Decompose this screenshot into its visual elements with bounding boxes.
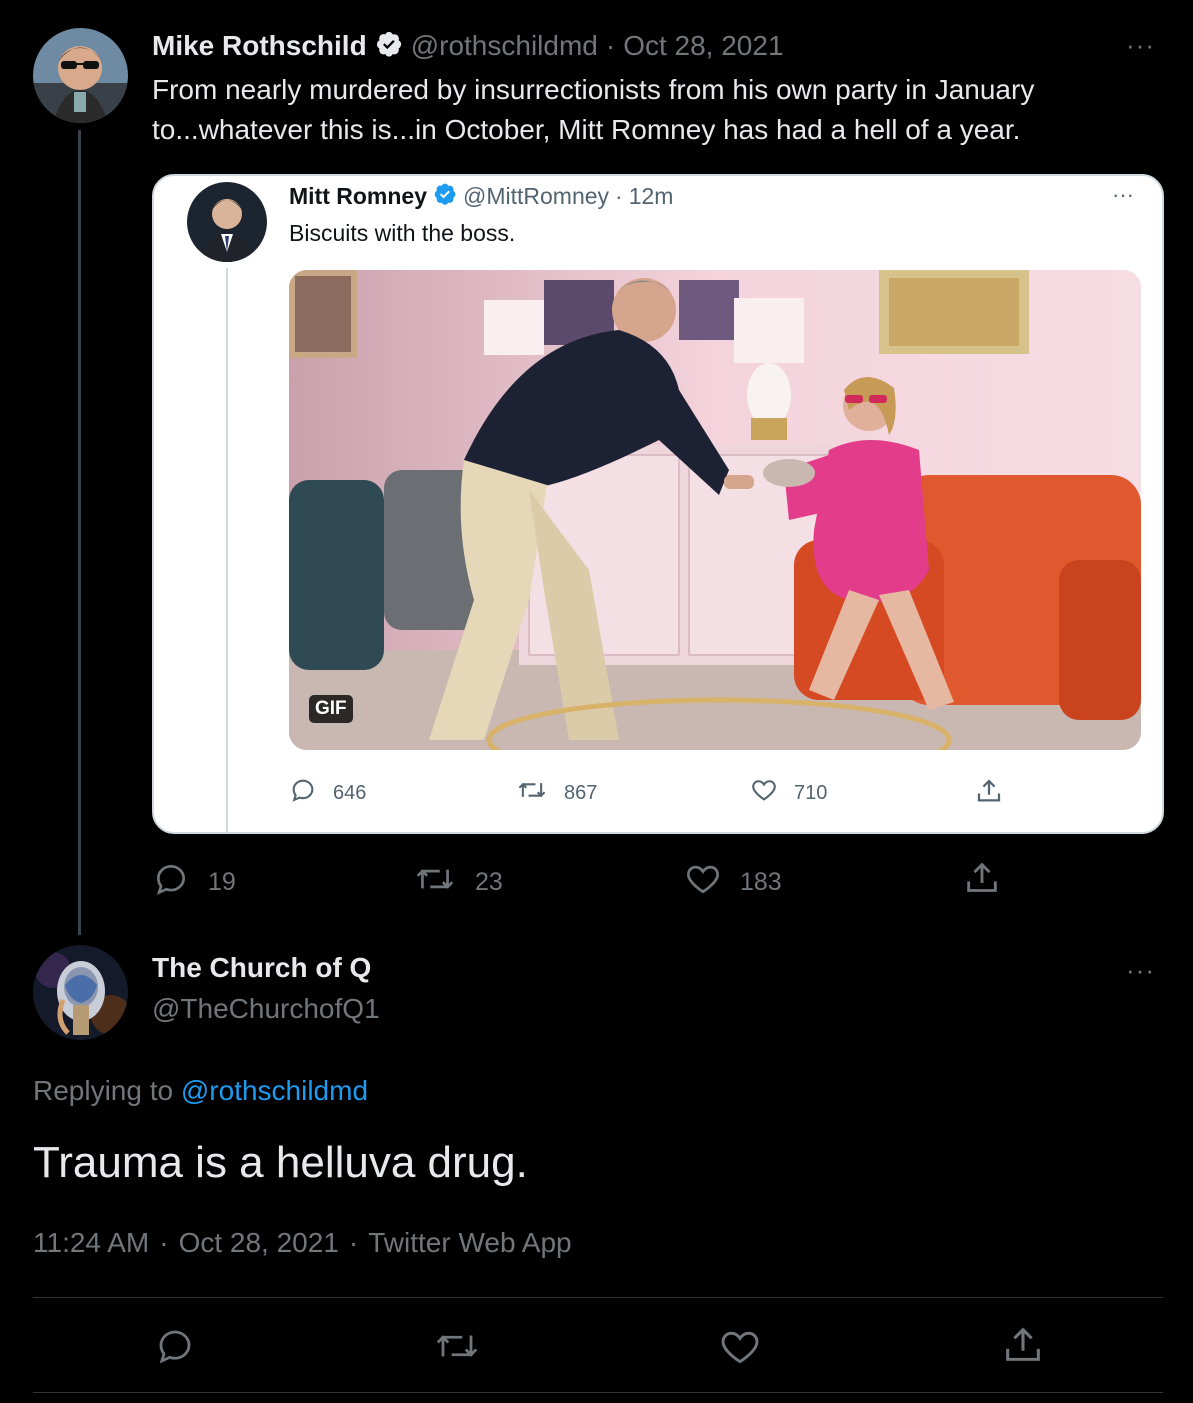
main-like-count: 183 <box>740 868 782 896</box>
retweet-icon <box>516 776 548 810</box>
author-name[interactable]: Mike Rothschild <box>152 30 367 62</box>
actions-bottom-divider <box>33 1392 1163 1393</box>
quoted-tweet-more-button[interactable]: ··· <box>1112 184 1134 206</box>
share-icon <box>962 862 1002 902</box>
quoted-retweet-count: 867 <box>564 781 598 804</box>
quoted-author-handle[interactable]: @MittRomney <box>463 183 609 210</box>
reply-action-retweet-button[interactable] <box>432 1325 482 1372</box>
reply-tweet-text: Trauma is a helluva drug. <box>33 1138 528 1187</box>
reply-icon <box>289 776 317 810</box>
gif-scene-illustration <box>289 270 1141 750</box>
meta-separator-2: · <box>348 1227 359 1258</box>
reply-tweet-date[interactable]: Oct 28, 2021 <box>179 1227 339 1259</box>
quoted-tweet-gif-media[interactable]: GIF <box>289 270 1141 750</box>
reply-author-name[interactable]: The Church of Q <box>152 952 371 984</box>
quoted-header-separator: · <box>615 183 623 209</box>
avatar-church-of-q[interactable] <box>33 945 128 1040</box>
main-reply-button[interactable]: 19 <box>152 860 236 905</box>
reply-author-handle[interactable]: @TheChurchofQ1 <box>152 993 380 1025</box>
reply-tweet-source: Twitter Web App <box>368 1227 572 1258</box>
author-handle[interactable]: @rothschildmd <box>411 30 598 62</box>
main-tweet-more-button[interactable]: ··· <box>1126 32 1155 58</box>
quoted-thread-line <box>226 268 228 832</box>
main-tweet-text: From nearly murdered by insurrectionists… <box>152 70 1162 150</box>
heart-icon <box>750 776 778 810</box>
replying-to-prefix: Replying to <box>33 1075 174 1106</box>
tweet-date[interactable]: Oct 28, 2021 <box>623 30 783 62</box>
quoted-reply-button[interactable]: 646 <box>289 776 366 810</box>
quoted-tweet-header: Mitt Romney @MittRomney · 12m <box>289 182 673 211</box>
main-tweet-header: Mike Rothschild @rothschildmd · Oct 28, … <box>152 28 784 64</box>
quoted-reply-count: 646 <box>333 781 367 804</box>
quoted-tweet-text: Biscuits with the boss. <box>289 220 516 246</box>
heart-icon <box>684 860 722 905</box>
verified-badge-icon <box>375 30 403 63</box>
gif-badge: GIF <box>309 695 353 723</box>
reply-action-like-button[interactable] <box>718 1325 762 1374</box>
reply-icon <box>154 1330 196 1371</box>
avatar-mike-rothschild[interactable] <box>33 28 128 123</box>
header-separator: · <box>605 30 616 61</box>
replying-to-line: Replying to @rothschildmd <box>33 1075 368 1107</box>
main-tweet-text-line-2: to...whatever this is...in October, Mitt… <box>152 114 1021 145</box>
quoted-tweet-card[interactable]: Mitt Romney @MittRomney · 12m ··· Biscui… <box>152 174 1164 834</box>
quoted-share-button[interactable] <box>974 776 1004 811</box>
main-reply-count: 19 <box>208 868 236 896</box>
main-like-button[interactable]: 183 <box>684 860 782 905</box>
actions-top-divider <box>33 1297 1163 1298</box>
retweet-icon <box>413 860 457 905</box>
quoted-retweet-button[interactable]: 867 <box>516 776 597 810</box>
main-tweet-text-line-1: From nearly murdered by insurrectionists… <box>152 74 1035 105</box>
reply-icon <box>152 860 190 905</box>
quoted-like-button[interactable]: 710 <box>750 776 827 810</box>
main-retweet-button[interactable]: 23 <box>413 860 503 905</box>
reply-tweet-meta: 11:24 AM · Oct 28, 2021 · Twitter Web Ap… <box>33 1227 572 1259</box>
retweet-icon <box>432 1335 482 1371</box>
main-retweet-count: 23 <box>475 868 503 896</box>
quoted-verified-badge-icon <box>433 182 457 211</box>
quoted-tweet-time[interactable]: 12m <box>629 183 674 210</box>
share-icon <box>1000 1327 1046 1372</box>
quoted-author-name[interactable]: Mitt Romney <box>289 183 427 210</box>
reply-tweet-time[interactable]: 11:24 AM <box>33 1227 149 1259</box>
thread-connector-line <box>78 130 81 935</box>
replying-to-handle-link[interactable]: @rothschildmd <box>181 1075 368 1106</box>
share-icon <box>974 779 1004 810</box>
heart-icon <box>718 1331 762 1373</box>
main-share-button[interactable] <box>962 858 1002 903</box>
quoted-like-count: 710 <box>794 781 828 804</box>
reply-action-share-button[interactable] <box>1000 1322 1046 1373</box>
meta-separator-1: · <box>159 1227 169 1258</box>
reply-tweet-more-button[interactable]: ··· <box>1126 957 1155 983</box>
avatar-mitt-romney[interactable] <box>187 182 267 262</box>
reply-action-reply-button[interactable] <box>154 1325 196 1372</box>
